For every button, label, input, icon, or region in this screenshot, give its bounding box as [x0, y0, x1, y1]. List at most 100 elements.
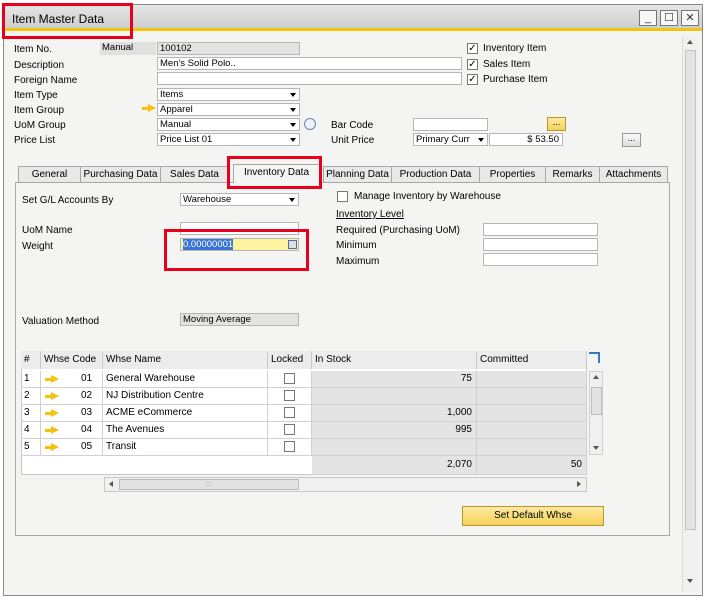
tab-purchasing-data[interactable]: Purchasing Data	[80, 166, 161, 182]
bar-code-browse-button[interactable]: ...	[547, 117, 566, 131]
foreign-name-field[interactable]	[157, 72, 462, 85]
maximum-field[interactable]	[483, 253, 598, 266]
whse-name-cell[interactable]: Transit	[103, 439, 268, 456]
row-number: 4	[21, 422, 41, 439]
required-field[interactable]	[483, 223, 598, 236]
description-field[interactable]: Men's Solid Polo..	[157, 57, 462, 70]
minimum-label: Minimum	[336, 240, 377, 251]
scroll-left-icon[interactable]	[109, 481, 113, 487]
maximum-label: Maximum	[336, 256, 380, 267]
whse-link-arrow-icon[interactable]	[45, 375, 59, 383]
table-row[interactable]: 3 03 ACME eCommerce 1,000	[21, 405, 587, 422]
committed-total: 50	[477, 456, 587, 475]
gl-accounts-label: Set G/L Accounts By	[22, 195, 114, 206]
minimum-field[interactable]	[483, 238, 598, 251]
whse-link-arrow-icon[interactable]	[45, 409, 59, 417]
tab-remarks[interactable]: Remarks	[545, 166, 600, 182]
sales-item-checkbox[interactable]: ✓	[467, 59, 478, 70]
set-default-whse-button[interactable]: Set Default Whse	[462, 506, 604, 526]
valuation-method-label: Valuation Method	[22, 316, 100, 327]
grid-hscroll-thumb[interactable]: :::	[119, 479, 299, 490]
tab-attachments[interactable]: Attachments	[599, 166, 668, 182]
bar-code-field[interactable]	[413, 118, 488, 131]
grid-horizontal-scrollbar[interactable]: :::	[104, 477, 587, 492]
item-type-label: Item Type	[14, 90, 58, 101]
item-no-field[interactable]: 100102	[157, 42, 300, 55]
gl-accounts-select[interactable]: Warehouse	[180, 193, 299, 206]
weight-highlight	[164, 229, 309, 271]
window-vertical-scrollbar[interactable]	[682, 36, 697, 592]
tab-highlight	[227, 156, 322, 189]
minimize-button[interactable]: _	[639, 10, 657, 26]
whse-link-arrow-icon[interactable]	[45, 392, 59, 400]
committed-cell	[477, 371, 587, 388]
grid-col-in-stock[interactable]: In Stock	[312, 351, 477, 369]
whse-name-cell[interactable]: NJ Distribution Centre	[103, 388, 268, 405]
scroll-down-icon[interactable]	[593, 446, 599, 450]
locked-cell	[268, 371, 312, 388]
tab-general[interactable]: General	[18, 166, 81, 182]
price-list-select[interactable]: Price List 01	[157, 133, 300, 146]
row-number: 5	[21, 439, 41, 456]
whse-link-arrow-icon[interactable]	[45, 443, 59, 451]
tab-properties[interactable]: Properties	[479, 166, 546, 182]
locked-checkbox[interactable]	[284, 390, 295, 401]
grid-col-committed[interactable]: Committed	[477, 351, 587, 369]
locked-checkbox[interactable]	[284, 373, 295, 384]
unit-price-field[interactable]: $ 53.50	[489, 133, 563, 146]
table-row[interactable]: 5 05 Transit	[21, 439, 587, 456]
purchase-item-checkbox[interactable]: ✓	[467, 74, 478, 85]
maximize-button[interactable]: ☐	[660, 10, 678, 26]
grid-scroll-thumb[interactable]	[591, 387, 602, 415]
grid-vertical-scrollbar[interactable]	[589, 371, 603, 455]
scroll-up-icon[interactable]	[593, 375, 599, 379]
table-row[interactable]: 2 02 NJ Distribution Centre	[21, 388, 587, 405]
locked-cell	[268, 405, 312, 422]
weight-label: Weight	[22, 241, 53, 252]
close-button[interactable]: ✕	[681, 10, 699, 26]
grid-col-whse-name[interactable]: Whse Name	[103, 351, 268, 369]
tab-production-data[interactable]: Production Data	[391, 166, 480, 182]
item-group-select[interactable]: Apparel	[157, 103, 300, 116]
price-list-label: Price List	[14, 135, 56, 146]
in-stock-cell	[312, 439, 477, 456]
whse-name-cell[interactable]: General Warehouse	[103, 371, 268, 388]
inventory-level-heading: Inventory Level	[336, 209, 404, 220]
unit-price-currency-select[interactable]: Primary Curr	[413, 133, 488, 146]
window-scroll-up-icon[interactable]	[687, 40, 693, 44]
whse-name-cell[interactable]: ACME eCommerce	[103, 405, 268, 422]
item-no-label: Item No.	[14, 44, 52, 55]
manage-by-warehouse-label: Manage Inventory by Warehouse	[354, 191, 501, 202]
locked-checkbox[interactable]	[284, 424, 295, 435]
locked-cell	[268, 422, 312, 439]
window-scroll-down-icon[interactable]	[687, 579, 693, 583]
locked-cell	[268, 388, 312, 405]
in-stock-cell: 75	[312, 371, 477, 388]
manage-by-warehouse-checkbox[interactable]	[337, 191, 348, 202]
locked-checkbox[interactable]	[284, 407, 295, 418]
list-icon[interactable]	[304, 118, 316, 130]
tab-sales-data[interactable]: Sales Data	[160, 166, 229, 182]
whse-name-cell[interactable]: The Avenues	[103, 422, 268, 439]
item-type-select[interactable]: Items	[157, 88, 300, 101]
grid-col-locked[interactable]: Locked	[268, 351, 312, 369]
expand-grid-icon[interactable]	[589, 352, 600, 363]
item-group-link-arrow-icon[interactable]	[142, 104, 156, 112]
table-row[interactable]: 1 01 General Warehouse 75	[21, 371, 587, 388]
inventory-item-label: Inventory Item	[483, 43, 547, 54]
unit-price-more-button[interactable]: ...	[622, 133, 641, 147]
in-stock-cell: 1,000	[312, 405, 477, 422]
scroll-right-icon[interactable]	[577, 481, 581, 487]
tab-planning-data[interactable]: Planning Data	[323, 166, 392, 182]
locked-checkbox[interactable]	[284, 441, 295, 452]
window-scroll-thumb[interactable]	[685, 50, 696, 530]
whse-link-arrow-icon[interactable]	[45, 426, 59, 434]
grid-col-whse-code[interactable]: Whse Code	[41, 351, 103, 369]
grid-col-index[interactable]: #	[21, 351, 41, 369]
uom-group-select[interactable]: Manual	[157, 118, 300, 131]
table-row[interactable]: 4 04 The Avenues 995	[21, 422, 587, 439]
item-no-series[interactable]: Manual	[100, 42, 156, 55]
in-stock-cell	[312, 388, 477, 405]
inventory-item-checkbox[interactable]: ✓	[467, 43, 478, 54]
uom-group-label: UoM Group	[14, 120, 66, 131]
